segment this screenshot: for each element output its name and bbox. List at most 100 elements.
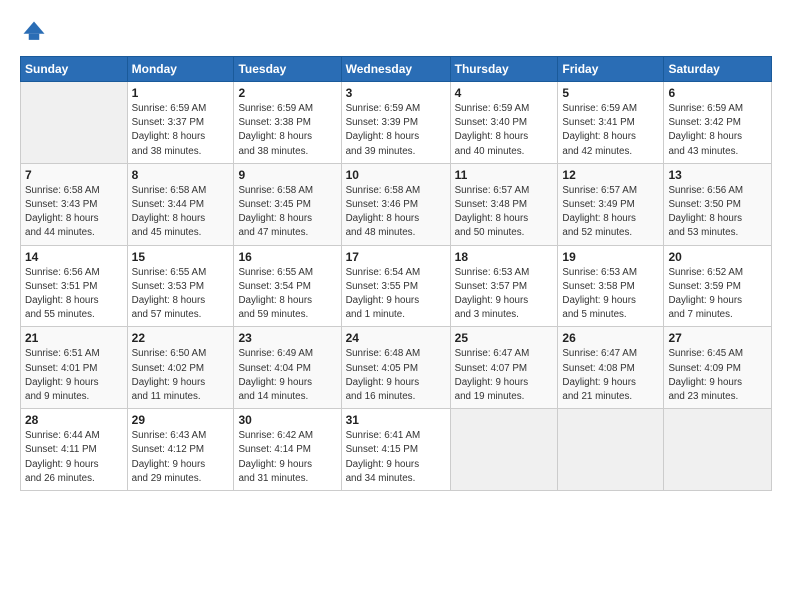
weekday-header-saturday: Saturday xyxy=(664,57,772,82)
logo xyxy=(20,18,52,46)
calendar-cell: 29 Sunrise: 6:43 AMSunset: 4:12 PMDayligh… xyxy=(127,409,234,491)
day-info: Sunrise: 6:59 AMSunset: 3:40 PMDaylight:… xyxy=(455,102,554,159)
calendar-cell: 15 Sunrise: 6:55 AMSunset: 3:53 PMDayligh… xyxy=(127,245,234,327)
day-number: 29 xyxy=(132,413,230,427)
calendar-table: SundayMondayTuesdayWednesdayThursdayFrid… xyxy=(20,56,772,491)
calendar-page: SundayMondayTuesdayWednesdayThursdayFrid… xyxy=(0,0,792,612)
day-number: 25 xyxy=(455,331,554,345)
calendar-header: SundayMondayTuesdayWednesdayThursdayFrid… xyxy=(21,57,772,82)
day-number: 19 xyxy=(562,250,659,264)
day-info: Sunrise: 6:50 AMSunset: 4:02 PMDaylight:… xyxy=(132,347,230,404)
calendar-cell: 19 Sunrise: 6:53 AMSunset: 3:58 PMDayligh… xyxy=(558,245,664,327)
calendar-cell: 20 Sunrise: 6:52 AMSunset: 3:59 PMDayligh… xyxy=(664,245,772,327)
day-info: Sunrise: 6:53 AMSunset: 3:57 PMDaylight:… xyxy=(455,266,554,323)
calendar-cell xyxy=(558,409,664,491)
day-number: 28 xyxy=(25,413,123,427)
calendar-cell: 4 Sunrise: 6:59 AMSunset: 3:40 PMDaylight… xyxy=(450,82,558,164)
day-info: Sunrise: 6:43 AMSunset: 4:12 PMDaylight:… xyxy=(132,429,230,486)
day-number: 31 xyxy=(346,413,446,427)
day-info: Sunrise: 6:59 AMSunset: 3:38 PMDaylight:… xyxy=(238,102,336,159)
calendar-cell: 31 Sunrise: 6:41 AMSunset: 4:15 PMDayligh… xyxy=(341,409,450,491)
day-info: Sunrise: 6:56 AMSunset: 3:51 PMDaylight:… xyxy=(25,266,123,323)
calendar-cell: 26 Sunrise: 6:47 AMSunset: 4:08 PMDayligh… xyxy=(558,327,664,409)
day-number: 17 xyxy=(346,250,446,264)
calendar-cell: 21 Sunrise: 6:51 AMSunset: 4:01 PMDayligh… xyxy=(21,327,128,409)
day-info: Sunrise: 6:42 AMSunset: 4:14 PMDaylight:… xyxy=(238,429,336,486)
calendar-week-5: 28 Sunrise: 6:44 AMSunset: 4:11 PMDayligh… xyxy=(21,409,772,491)
day-info: Sunrise: 6:51 AMSunset: 4:01 PMDaylight:… xyxy=(25,347,123,404)
day-number: 2 xyxy=(238,86,336,100)
day-number: 7 xyxy=(25,168,123,182)
calendar-week-4: 21 Sunrise: 6:51 AMSunset: 4:01 PMDayligh… xyxy=(21,327,772,409)
day-info: Sunrise: 6:47 AMSunset: 4:07 PMDaylight:… xyxy=(455,347,554,404)
day-info: Sunrise: 6:45 AMSunset: 4:09 PMDaylight:… xyxy=(668,347,767,404)
weekday-header-tuesday: Tuesday xyxy=(234,57,341,82)
day-number: 15 xyxy=(132,250,230,264)
day-number: 13 xyxy=(668,168,767,182)
day-info: Sunrise: 6:48 AMSunset: 4:05 PMDaylight:… xyxy=(346,347,446,404)
day-info: Sunrise: 6:58 AMSunset: 3:46 PMDaylight:… xyxy=(346,184,446,241)
weekday-header-wednesday: Wednesday xyxy=(341,57,450,82)
calendar-cell: 6Sunrise: 6:59 AMSunset: 3:42 PMDaylight… xyxy=(664,82,772,164)
day-number: 8 xyxy=(132,168,230,182)
day-number: 30 xyxy=(238,413,336,427)
day-number: 22 xyxy=(132,331,230,345)
day-info: Sunrise: 6:56 AMSunset: 3:50 PMDaylight:… xyxy=(668,184,767,241)
weekday-header-sunday: Sunday xyxy=(21,57,128,82)
day-number: 9 xyxy=(238,168,336,182)
day-info: Sunrise: 6:47 AMSunset: 4:08 PMDaylight:… xyxy=(562,347,659,404)
calendar-cell: 1 Sunrise: 6:59 AMSunset: 3:37 PMDaylight… xyxy=(127,82,234,164)
day-number: 11 xyxy=(455,168,554,182)
day-info: Sunrise: 6:52 AMSunset: 3:59 PMDaylight:… xyxy=(668,266,767,323)
calendar-cell: 11Sunrise: 6:57 AMSunset: 3:48 PMDayligh… xyxy=(450,163,558,245)
day-info: Sunrise: 6:49 AMSunset: 4:04 PMDaylight:… xyxy=(238,347,336,404)
weekday-header-friday: Friday xyxy=(558,57,664,82)
day-info: Sunrise: 6:53 AMSunset: 3:58 PMDaylight:… xyxy=(562,266,659,323)
day-number: 27 xyxy=(668,331,767,345)
day-number: 1 xyxy=(132,86,230,100)
day-number: 5 xyxy=(562,86,659,100)
day-number: 4 xyxy=(455,86,554,100)
day-number: 14 xyxy=(25,250,123,264)
calendar-body: 1 Sunrise: 6:59 AMSunset: 3:37 PMDaylight… xyxy=(21,82,772,491)
calendar-cell: 17 Sunrise: 6:54 AMSunset: 3:55 PMDayligh… xyxy=(341,245,450,327)
day-info: Sunrise: 6:44 AMSunset: 4:11 PMDaylight:… xyxy=(25,429,123,486)
day-info: Sunrise: 6:59 AMSunset: 3:37 PMDaylight:… xyxy=(132,102,230,159)
day-info: Sunrise: 6:58 AMSunset: 3:44 PMDaylight:… xyxy=(132,184,230,241)
calendar-cell: 28 Sunrise: 6:44 AMSunset: 4:11 PMDayligh… xyxy=(21,409,128,491)
day-number: 20 xyxy=(668,250,767,264)
day-info: Sunrise: 6:55 AMSunset: 3:53 PMDaylight:… xyxy=(132,266,230,323)
calendar-cell: 9Sunrise: 6:58 AMSunset: 3:45 PMDaylight… xyxy=(234,163,341,245)
day-number: 26 xyxy=(562,331,659,345)
day-info: Sunrise: 6:54 AMSunset: 3:55 PMDaylight:… xyxy=(346,266,446,323)
calendar-cell: 27 Sunrise: 6:45 AMSunset: 4:09 PMDayligh… xyxy=(664,327,772,409)
day-number: 18 xyxy=(455,250,554,264)
day-number: 12 xyxy=(562,168,659,182)
calendar-week-2: 7Sunrise: 6:58 AMSunset: 3:43 PMDaylight… xyxy=(21,163,772,245)
calendar-cell xyxy=(450,409,558,491)
calendar-cell: 10Sunrise: 6:58 AMSunset: 3:46 PMDayligh… xyxy=(341,163,450,245)
calendar-week-1: 1 Sunrise: 6:59 AMSunset: 3:37 PMDaylight… xyxy=(21,82,772,164)
calendar-cell: 8 Sunrise: 6:58 AMSunset: 3:44 PMDaylight… xyxy=(127,163,234,245)
day-info: Sunrise: 6:41 AMSunset: 4:15 PMDaylight:… xyxy=(346,429,446,486)
calendar-cell xyxy=(664,409,772,491)
calendar-cell: 14 Sunrise: 6:56 AMSunset: 3:51 PMDayligh… xyxy=(21,245,128,327)
weekday-header-monday: Monday xyxy=(127,57,234,82)
weekday-header-row: SundayMondayTuesdayWednesdayThursdayFrid… xyxy=(21,57,772,82)
calendar-cell: 23Sunrise: 6:49 AMSunset: 4:04 PMDayligh… xyxy=(234,327,341,409)
calendar-cell: 16 Sunrise: 6:55 AMSunset: 3:54 PMDayligh… xyxy=(234,245,341,327)
logo-icon xyxy=(20,18,48,46)
calendar-week-3: 14 Sunrise: 6:56 AMSunset: 3:51 PMDayligh… xyxy=(21,245,772,327)
day-info: Sunrise: 6:59 AMSunset: 3:41 PMDaylight:… xyxy=(562,102,659,159)
calendar-cell: 3Sunrise: 6:59 AMSunset: 3:39 PMDaylight… xyxy=(341,82,450,164)
calendar-cell: 13 Sunrise: 6:56 AMSunset: 3:50 PMDayligh… xyxy=(664,163,772,245)
day-number: 6 xyxy=(668,86,767,100)
day-number: 21 xyxy=(25,331,123,345)
calendar-cell: 22 Sunrise: 6:50 AMSunset: 4:02 PMDayligh… xyxy=(127,327,234,409)
day-number: 3 xyxy=(346,86,446,100)
header xyxy=(20,18,772,46)
day-info: Sunrise: 6:55 AMSunset: 3:54 PMDaylight:… xyxy=(238,266,336,323)
day-number: 16 xyxy=(238,250,336,264)
calendar-cell: 12Sunrise: 6:57 AMSunset: 3:49 PMDayligh… xyxy=(558,163,664,245)
calendar-cell: 30 Sunrise: 6:42 AMSunset: 4:14 PMDayligh… xyxy=(234,409,341,491)
